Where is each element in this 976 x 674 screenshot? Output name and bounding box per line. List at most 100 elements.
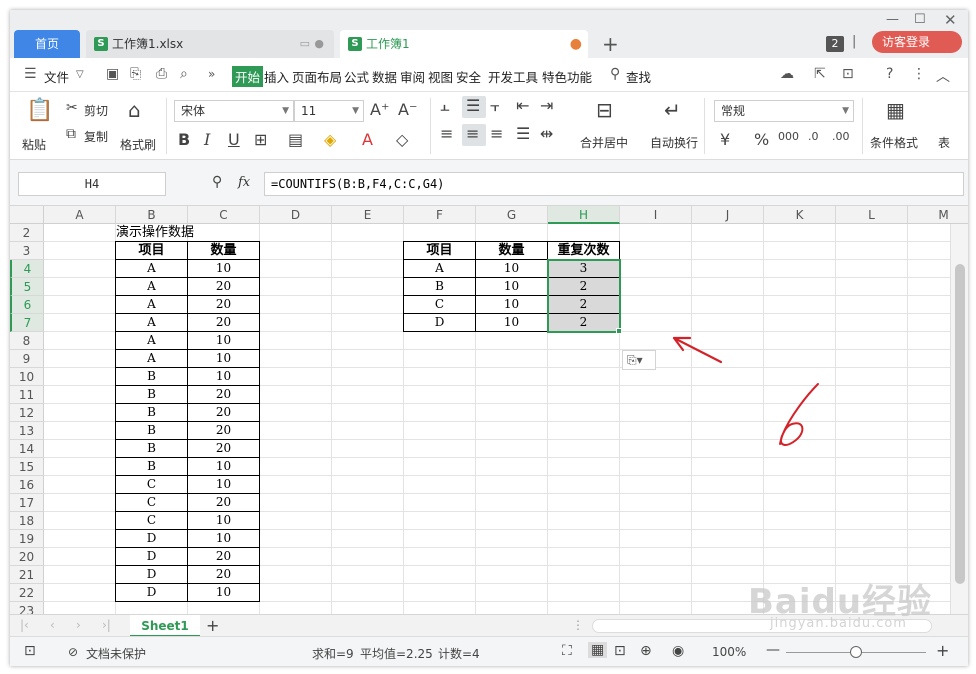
menu-home[interactable]: 开始 bbox=[232, 66, 264, 87]
increase-decimal-icon[interactable]: .0 bbox=[808, 130, 819, 143]
table-cell[interactable]: B bbox=[116, 404, 188, 422]
table-cell[interactable]: 20 bbox=[188, 422, 260, 440]
minimize-icon[interactable]: — bbox=[886, 12, 899, 27]
zoom-level[interactable]: 100% bbox=[712, 645, 746, 659]
increase-font-icon[interactable]: A⁺ bbox=[370, 100, 389, 119]
align-middle-icon[interactable]: ☰ bbox=[466, 96, 480, 115]
row-header-23[interactable]: 23 bbox=[10, 602, 44, 614]
search-icon[interactable]: ⚲ bbox=[610, 66, 620, 82]
menu-special[interactable]: 特色功能 bbox=[542, 67, 592, 86]
table-style-button[interactable]: 表 bbox=[938, 134, 950, 151]
share-icon[interactable]: ⎘ bbox=[130, 66, 141, 82]
table-cell[interactable]: A bbox=[116, 350, 188, 368]
table-cell[interactable]: 20 bbox=[188, 548, 260, 566]
table-cell[interactable]: 20 bbox=[188, 278, 260, 296]
row-header-4[interactable]: 4 bbox=[10, 260, 44, 278]
table-cell[interactable]: B bbox=[116, 386, 188, 404]
unsaved-dot-icon[interactable]: ● bbox=[570, 30, 582, 58]
table-cell[interactable]: D bbox=[116, 530, 188, 548]
table-cell[interactable]: 10 bbox=[476, 278, 548, 296]
tab-document-xlsx[interactable]: S 工作簿1.xlsx ▭ ● » bbox=[86, 30, 334, 70]
row-header-16[interactable]: 16 bbox=[10, 476, 44, 494]
select-all-corner[interactable] bbox=[10, 206, 44, 224]
tab-home[interactable]: 首页 bbox=[14, 30, 80, 58]
column-header-c[interactable]: C bbox=[188, 206, 260, 224]
table-cell[interactable]: 10 bbox=[188, 584, 260, 602]
row-header-10[interactable]: 10 bbox=[10, 368, 44, 386]
tab-close-icon[interactable]: ● bbox=[314, 30, 324, 58]
row-header-6[interactable]: 6 bbox=[10, 296, 44, 314]
table-cell[interactable]: D bbox=[116, 584, 188, 602]
vertical-scroll-thumb[interactable] bbox=[955, 264, 965, 584]
column-header-l[interactable]: L bbox=[836, 206, 908, 224]
align-bottom-icon[interactable]: ⫟ bbox=[490, 96, 500, 116]
column-header-d[interactable]: D bbox=[260, 206, 332, 224]
column-header-h[interactable]: H bbox=[548, 206, 620, 224]
clear-format-icon[interactable]: ◇ bbox=[396, 130, 408, 149]
decrease-decimal-icon[interactable]: .00 bbox=[832, 130, 850, 143]
row-header-8[interactable]: 8 bbox=[10, 332, 44, 350]
underline-icon[interactable]: U bbox=[228, 130, 240, 149]
table-cell[interactable]: C bbox=[116, 494, 188, 512]
table-cell[interactable]: 10 bbox=[476, 296, 548, 314]
next-sheet-icon[interactable]: › bbox=[76, 618, 81, 632]
formula-input[interactable]: =COUNTIFS(B:B,F4,C:C,G4) bbox=[264, 172, 964, 196]
row-header-21[interactable]: 21 bbox=[10, 566, 44, 584]
right-table-header[interactable]: 项目 bbox=[404, 242, 476, 260]
row-header-13[interactable]: 13 bbox=[10, 422, 44, 440]
table-cell[interactable]: 10 bbox=[188, 530, 260, 548]
cell-style-icon[interactable]: ▤ bbox=[288, 130, 303, 149]
prev-sheet-icon[interactable]: ‹ bbox=[50, 618, 55, 632]
border-icon[interactable]: ⊞ bbox=[254, 130, 267, 149]
column-header-j[interactable]: J bbox=[692, 206, 764, 224]
menu-review[interactable]: 审阅 bbox=[400, 67, 425, 86]
row-header-18[interactable]: 18 bbox=[10, 512, 44, 530]
column-header-a[interactable]: A bbox=[44, 206, 116, 224]
spreadsheet-grid[interactable]: ABCDEFGHIJKLM 2 3 4 5 6 7 8 9 10 11 12 13 14 15 16 17 18… bbox=[10, 206, 968, 614]
table-cell[interactable]: A bbox=[116, 278, 188, 296]
table-cell[interactable]: 10 bbox=[188, 260, 260, 278]
zoom-out-icon[interactable]: — bbox=[766, 642, 780, 658]
menu-view[interactable]: 视图 bbox=[428, 67, 453, 86]
close-icon[interactable]: ✕ bbox=[944, 11, 957, 29]
table-cell[interactable]: 3 bbox=[548, 260, 620, 278]
table-cell[interactable]: C bbox=[116, 476, 188, 494]
row-header-7[interactable]: 7 bbox=[10, 314, 44, 332]
row-header-17[interactable]: 17 bbox=[10, 494, 44, 512]
decrease-indent-icon[interactable]: ⇤ bbox=[516, 96, 529, 115]
menu-developer[interactable]: 开发工具 bbox=[488, 67, 538, 86]
table-cell[interactable]: 20 bbox=[188, 386, 260, 404]
first-sheet-icon[interactable]: |‹ bbox=[20, 618, 29, 632]
table-cell[interactable]: B bbox=[116, 440, 188, 458]
print-preview-icon[interactable]: ⌕ bbox=[180, 66, 188, 82]
vertical-scrollbar[interactable] bbox=[950, 224, 968, 614]
table-cell[interactable]: 2 bbox=[548, 314, 620, 332]
collab-icon[interactable]: ⊡ bbox=[842, 66, 854, 82]
row-header-19[interactable]: 19 bbox=[10, 530, 44, 548]
row-header-20[interactable]: 20 bbox=[10, 548, 44, 566]
align-left-icon[interactable]: ≡ bbox=[440, 124, 453, 143]
wrap-text-button[interactable]: 自动换行 bbox=[650, 134, 698, 151]
menu-search[interactable]: 查找 bbox=[626, 67, 651, 86]
wrap-text-icon[interactable]: ↵ bbox=[664, 98, 681, 122]
percent-icon[interactable]: % bbox=[754, 130, 769, 149]
table-cell[interactable]: 20 bbox=[188, 566, 260, 584]
align-right-icon[interactable]: ≡ bbox=[490, 124, 503, 143]
table-cell[interactable]: D bbox=[404, 314, 476, 332]
increase-indent-icon[interactable]: ⇥ bbox=[540, 96, 553, 115]
column-header-m[interactable]: M bbox=[908, 206, 968, 224]
chevron-down-icon[interactable]: ▽ bbox=[76, 69, 84, 80]
thousands-icon[interactable]: 000 bbox=[778, 130, 799, 143]
fill-color-icon[interactable]: ◈ bbox=[324, 130, 336, 149]
currency-icon[interactable]: ¥ bbox=[720, 130, 730, 149]
right-table-header[interactable]: 重复次数 bbox=[548, 242, 620, 260]
sheet-tab-sheet1[interactable]: Sheet1 bbox=[130, 615, 200, 637]
login-button[interactable]: 访客登录 bbox=[872, 31, 962, 53]
zoom-in-icon[interactable]: + bbox=[936, 641, 949, 660]
table-cell[interactable]: 10 bbox=[188, 368, 260, 386]
row-header-2[interactable]: 2 bbox=[10, 224, 44, 242]
print-icon[interactable]: ⎙ bbox=[156, 66, 167, 82]
cloud-icon[interactable]: ☁ bbox=[780, 66, 794, 82]
table-cell[interactable]: D bbox=[116, 548, 188, 566]
table-cell[interactable]: D bbox=[116, 566, 188, 584]
